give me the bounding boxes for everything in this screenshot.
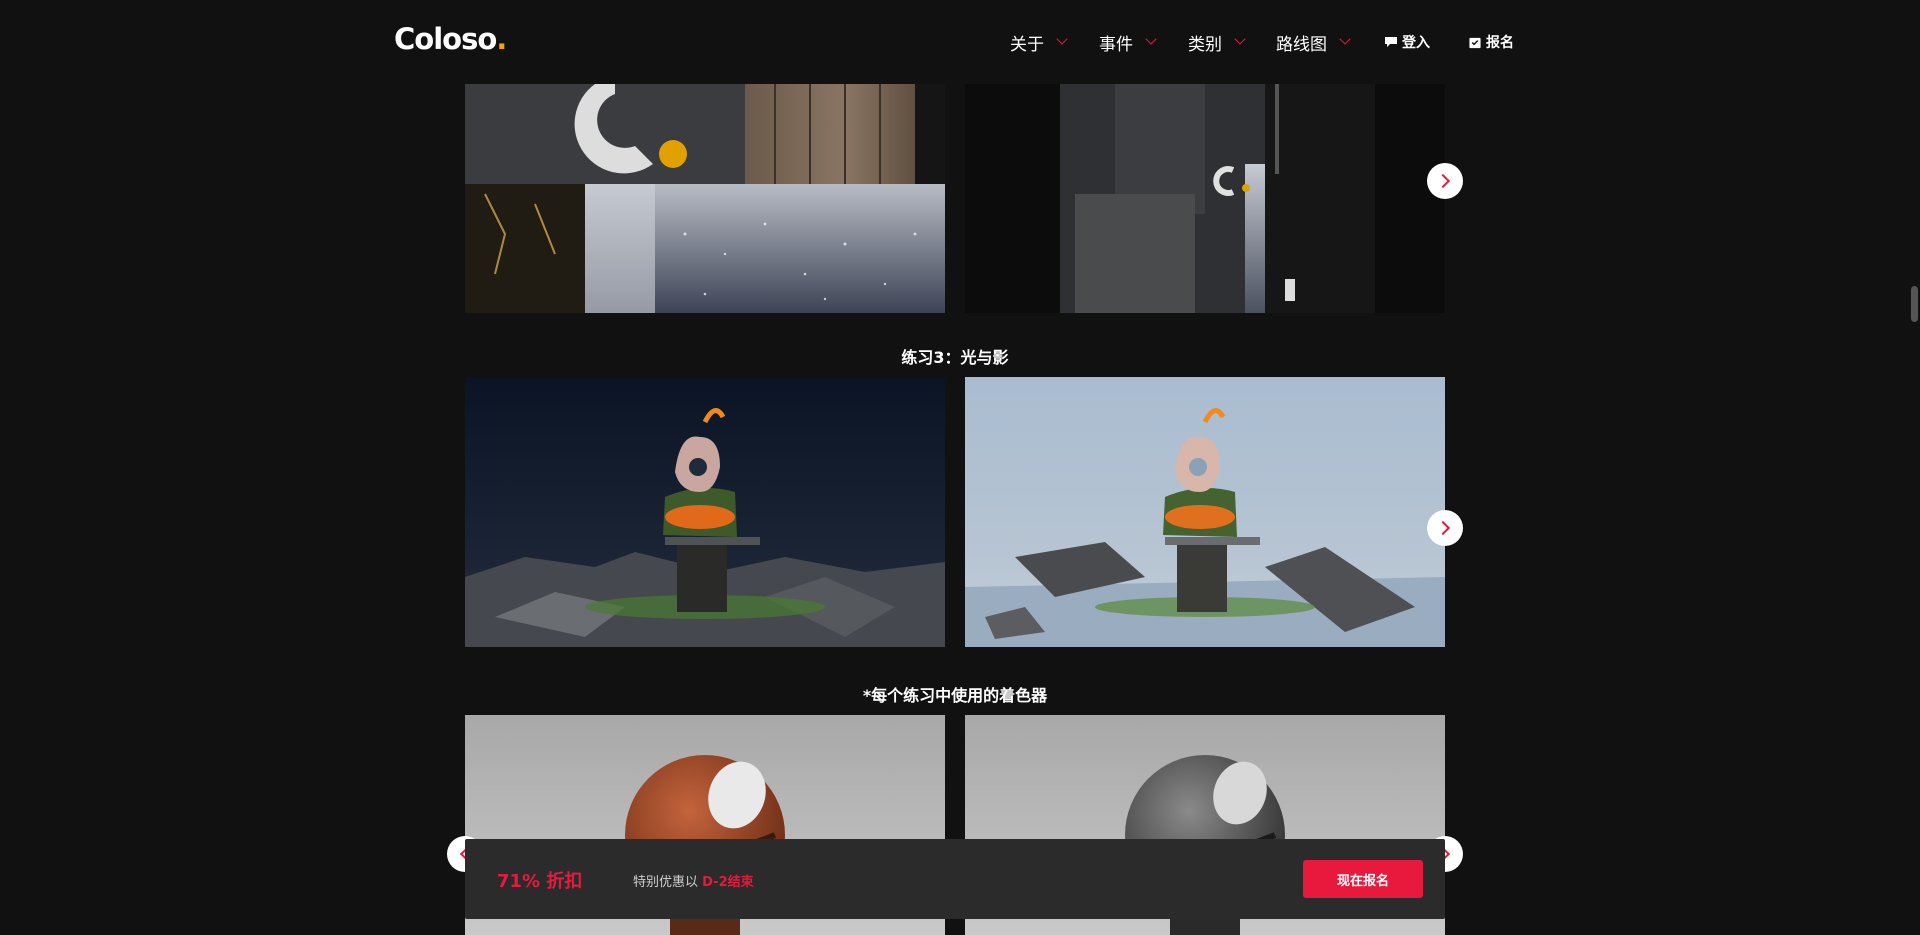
promo-message-prefix: 特别优惠以 (633, 875, 703, 890)
exercise-image-dark-scene (465, 377, 945, 647)
nav-label: 路线图 (1276, 34, 1327, 55)
nav-item-categories[interactable]: 类别 (1188, 30, 1246, 55)
chevron-right-icon (1435, 173, 1451, 189)
section-caption-exercise-3: 练习3：光与影 (901, 348, 1009, 367)
login-link[interactable]: 登入 (1384, 32, 1430, 52)
nav-item-events[interactable]: 事件 (1099, 30, 1157, 55)
promo-countdown: D-2结束 (702, 875, 754, 890)
site-header: Coloso. 关于 事件 类别 路线图 登入 报名 (0, 0, 1908, 84)
exercise-image-coloso-set-1 (465, 84, 945, 313)
signup-label: 报名 (1486, 35, 1514, 51)
discount-badge: 71% 折扣 (497, 871, 583, 892)
page-scrollbar[interactable] (1908, 0, 1920, 935)
login-label: 登入 (1402, 35, 1430, 51)
promo-message: 特别优惠以 D-2结束 (633, 871, 754, 890)
chevron-down-icon (1145, 33, 1157, 45)
nav-item-about[interactable]: 关于 (1010, 30, 1068, 55)
nav-label: 事件 (1099, 34, 1133, 55)
nav-label: 关于 (1010, 34, 1044, 55)
signup-link[interactable]: 报名 (1468, 32, 1514, 52)
chevron-down-icon (1234, 33, 1246, 45)
chevron-down-icon (1339, 33, 1351, 45)
nav-item-roadmap[interactable]: 路线图 (1276, 30, 1351, 55)
scrollbar-thumb[interactable] (1911, 286, 1918, 322)
section-caption-shaders: *每个练习中使用的着色器 (862, 686, 1048, 705)
coloso-logo[interactable]: Coloso. (394, 22, 507, 56)
carousel-next-button[interactable] (1427, 163, 1463, 199)
chevron-down-icon (1056, 33, 1068, 45)
enroll-now-button[interactable]: 现在报名 (1303, 860, 1423, 898)
exercise-image-coloso-set-2 (965, 84, 1445, 313)
nav-label: 类别 (1188, 34, 1222, 55)
exercise-image-light-scene (965, 377, 1445, 647)
chevron-right-icon (1435, 520, 1451, 536)
clipboard-icon (1469, 37, 1481, 48)
carousel-next-button[interactable] (1427, 510, 1463, 546)
chat-bubble-icon (1385, 36, 1397, 47)
promo-bar: 71% 折扣 特别优惠以 D-2结束 现在报名 (465, 839, 1445, 919)
